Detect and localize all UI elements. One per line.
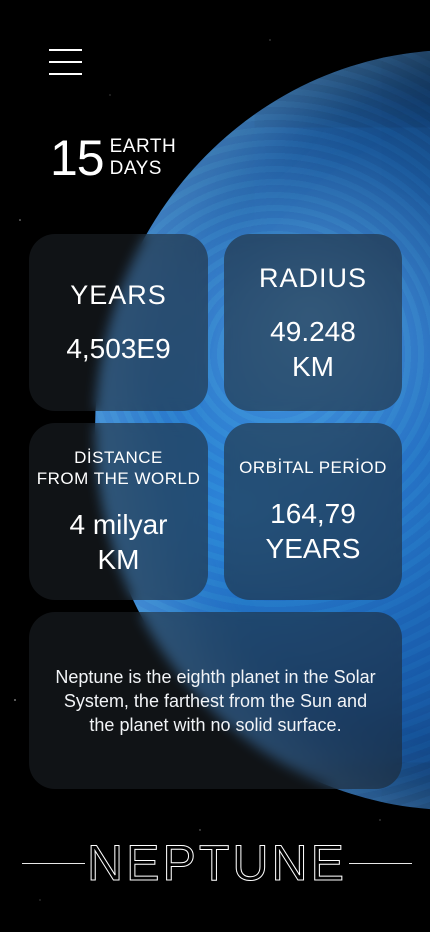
- menu-button[interactable]: [49, 49, 82, 75]
- stat-card-distance[interactable]: DİSTANCE FROM THE WORLD 4 milyar KM: [29, 423, 208, 600]
- hamburger-icon-line: [49, 73, 82, 75]
- title-divider-left: [22, 862, 86, 864]
- stat-title: DİSTANCE FROM THE WORLD: [36, 447, 201, 488]
- stat-value: 49.248 KM: [270, 315, 356, 382]
- stat-title: RADIUS: [258, 262, 367, 293]
- hamburger-icon-line: [49, 61, 82, 63]
- stat-card-years[interactable]: YEARS 4,503E9: [29, 234, 208, 411]
- stat-card-radius[interactable]: RADIUS 49.248 KM: [224, 234, 402, 411]
- stat-card-orbital-period[interactable]: ORBİTAL PERİOD 164,79 YEARS: [224, 423, 402, 600]
- stat-title: ORBİTAL PERİOD: [239, 458, 387, 477]
- description-card: Neptune is the eighth planet in the Sola…: [29, 612, 402, 789]
- planet-description: Neptune is the eighth planet in the Sola…: [55, 666, 376, 735]
- hamburger-icon-line: [49, 49, 82, 51]
- stat-value: 4 milyar KM: [69, 508, 168, 575]
- planet-title-row: NEPTUNE: [22, 835, 413, 891]
- title-divider-right: [348, 862, 413, 864]
- days-unit-line1: EARTH: [109, 136, 177, 157]
- days-unit: EARTH DAYS: [110, 136, 177, 180]
- days-unit-line2: DAYS: [109, 158, 162, 179]
- days-number: 15: [50, 130, 105, 186]
- earth-days: 15 EARTH DAYS: [50, 130, 176, 186]
- planet-name: NEPTUNE: [87, 835, 347, 891]
- stat-title: YEARS: [70, 280, 167, 310]
- stat-value: 164,79 YEARS: [265, 498, 361, 564]
- stat-value: 4,503E9: [66, 333, 171, 364]
- phone-screen: 15 EARTH DAYS YEARS 4,503E9 RADIUS 49.24…: [0, 0, 430, 932]
